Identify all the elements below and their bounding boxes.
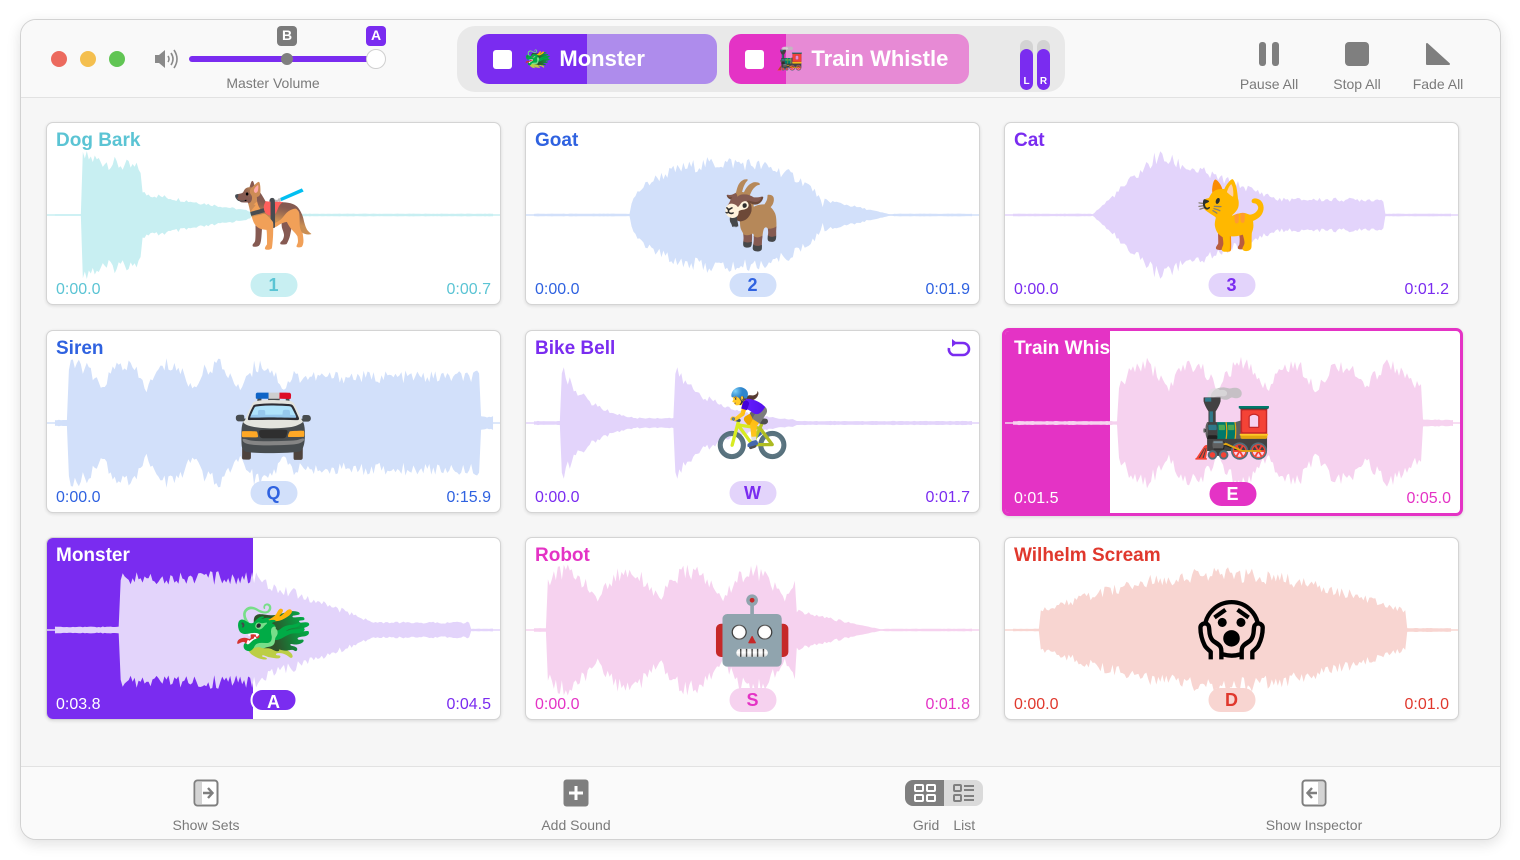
sound-emoji-icon: 🤖	[711, 593, 794, 667]
now-playing-title: Monster	[559, 46, 645, 71]
sound-emoji-icon: 🐕‍🦺	[232, 178, 315, 252]
sound-emoji-icon: 🚴‍♀️	[711, 386, 794, 460]
fade-icon	[1426, 43, 1450, 65]
sound-card[interactable]: Wilhelm Scream 😱 0:00.0 0:01.0 D	[1004, 537, 1459, 720]
stop-icon[interactable]	[493, 49, 512, 69]
grid-icon	[913, 784, 936, 802]
hotkey-badge: S	[729, 688, 776, 712]
duration-time: 0:01.0	[1404, 696, 1449, 713]
loop-icon[interactable]	[945, 339, 971, 357]
duration-time: 0:01.7	[925, 489, 970, 506]
sidebar-left-arrow-icon	[1301, 779, 1327, 807]
now-playing-title: Train Whistle	[811, 46, 949, 71]
now-playing-bar: 🐲 Monster 🚂 Train Whistle L R	[457, 26, 1065, 92]
sound-title: Bike Bell	[535, 338, 616, 359]
now-playing-train-whistle[interactable]: 🚂 Train Whistle	[729, 34, 969, 84]
add-sound-button[interactable]: Add Sound	[526, 779, 626, 833]
sound-emoji-icon: 😱	[1197, 593, 1266, 667]
sound-title: Train Whistle	[1014, 338, 1133, 359]
duration-time: 0:01.9	[925, 281, 970, 298]
toolbar: B A Master Volume 🐲 Monster 🚂 Train Whis…	[21, 20, 1500, 98]
stop-icon[interactable]	[745, 49, 764, 69]
elapsed-time: 0:00.0	[1014, 696, 1059, 713]
duration-time: 0:15.9	[446, 489, 491, 506]
sound-card[interactable]: Dog Bark 🐕‍🦺 0:00.0 0:00.7 1	[46, 122, 501, 305]
minimize-window-button[interactable]	[80, 51, 96, 67]
sound-card[interactable]: Bike Bell 🚴‍♀️ 0:00.0 0:01.7 W	[525, 330, 980, 513]
duration-time: 0:01.8	[925, 696, 970, 713]
sound-emoji-icon: 🐐	[711, 178, 794, 252]
sound-card[interactable]: Monster 🐲 0:03.8 0:04.5 A	[46, 537, 501, 720]
elapsed-time: 0:00.0	[535, 281, 580, 298]
list-icon	[952, 784, 974, 802]
plus-icon	[563, 779, 589, 807]
sound-title: Robot	[535, 545, 590, 566]
sound-card[interactable]: Cat 🐈 0:00.0 0:01.2 3	[1004, 122, 1459, 305]
bottom-bar: Show Sets Add Sound Grid List Show Inspe…	[21, 766, 1500, 839]
elapsed-time: 0:00.0	[1014, 281, 1059, 298]
speaker-icon	[155, 49, 178, 69]
sound-card[interactable]: Goat 🐐 0:00.0 0:01.9 2	[525, 122, 980, 305]
hotkey-badge: W	[729, 481, 776, 505]
pause-all-button[interactable]: Pause All	[1229, 40, 1309, 92]
duration-time: 0:05.0	[1406, 490, 1451, 507]
master-volume-label: Master Volume	[226, 75, 320, 91]
sound-title: Wilhelm Scream	[1014, 545, 1161, 566]
elapsed-time: 0:00.0	[535, 489, 580, 506]
volume-a-handle[interactable]	[366, 49, 386, 69]
level-meter-right: R	[1037, 40, 1050, 90]
stop-all-button[interactable]: Stop All	[1317, 40, 1397, 92]
duration-time: 0:01.2	[1404, 281, 1449, 298]
sound-emoji-icon: 🚔	[232, 386, 315, 460]
app-window: B A Master Volume 🐲 Monster 🚂 Train Whis…	[20, 19, 1501, 840]
level-meter-left: L	[1020, 40, 1033, 90]
grid-label: Grid	[912, 817, 940, 833]
sound-title: Cat	[1014, 130, 1045, 151]
grid-view-button[interactable]	[905, 780, 944, 806]
sidebar-right-arrow-icon	[193, 779, 219, 807]
hotkey-badge: A	[250, 688, 297, 712]
zoom-window-button[interactable]	[109, 51, 125, 67]
elapsed-time: 0:01.5	[1014, 490, 1059, 507]
duration-time: 0:04.5	[446, 696, 491, 713]
close-window-button[interactable]	[51, 51, 67, 67]
show-sets-button[interactable]: Show Sets	[156, 779, 256, 833]
hotkey-badge: D	[1208, 688, 1255, 712]
elapsed-time: 0:00.0	[535, 696, 580, 713]
list-label: List	[953, 817, 976, 833]
stop-icon	[1345, 42, 1369, 66]
elapsed-time: 0:03.8	[56, 696, 101, 713]
hotkey-badge: 2	[729, 273, 776, 297]
sound-title: Dog Bark	[56, 130, 141, 151]
hotkey-badge: Q	[250, 481, 297, 505]
marker-a-badge: A	[366, 26, 386, 46]
sound-card[interactable]: Robot 🤖 0:00.0 0:01.8 S	[525, 537, 980, 720]
sound-title: Monster	[56, 545, 130, 566]
sound-title: Goat	[535, 130, 579, 151]
sound-title: Siren	[56, 338, 104, 359]
locomotive-icon: 🚂	[776, 46, 804, 71]
show-inspector-button[interactable]: Show Inspector	[1249, 779, 1379, 833]
view-toggle: Grid List	[904, 779, 984, 833]
list-view-button[interactable]	[944, 780, 983, 806]
hotkey-badge: 1	[250, 273, 297, 297]
sound-emoji-icon: 🐲	[232, 593, 315, 667]
elapsed-time: 0:00.0	[56, 489, 101, 506]
elapsed-time: 0:00.0	[56, 281, 101, 298]
duration-time: 0:00.7	[446, 281, 491, 298]
sound-emoji-icon: 🐈	[1190, 178, 1273, 252]
volume-b-handle[interactable]	[281, 53, 293, 65]
sound-emoji-icon: 🚂	[1191, 386, 1274, 460]
sound-card[interactable]: Siren 🚔 0:00.0 0:15.9 Q	[46, 330, 501, 513]
fade-all-button[interactable]: Fade All	[1398, 40, 1478, 92]
marker-b-badge: B	[277, 26, 297, 46]
dragon-icon: 🐲	[524, 46, 552, 71]
pause-icon	[1259, 42, 1279, 66]
hotkey-badge: E	[1209, 482, 1256, 506]
sound-card[interactable]: Train Whistle 🚂 0:01.5 0:05.0 E	[1002, 328, 1463, 516]
now-playing-monster[interactable]: 🐲 Monster	[477, 34, 717, 84]
hotkey-badge: 3	[1208, 273, 1255, 297]
